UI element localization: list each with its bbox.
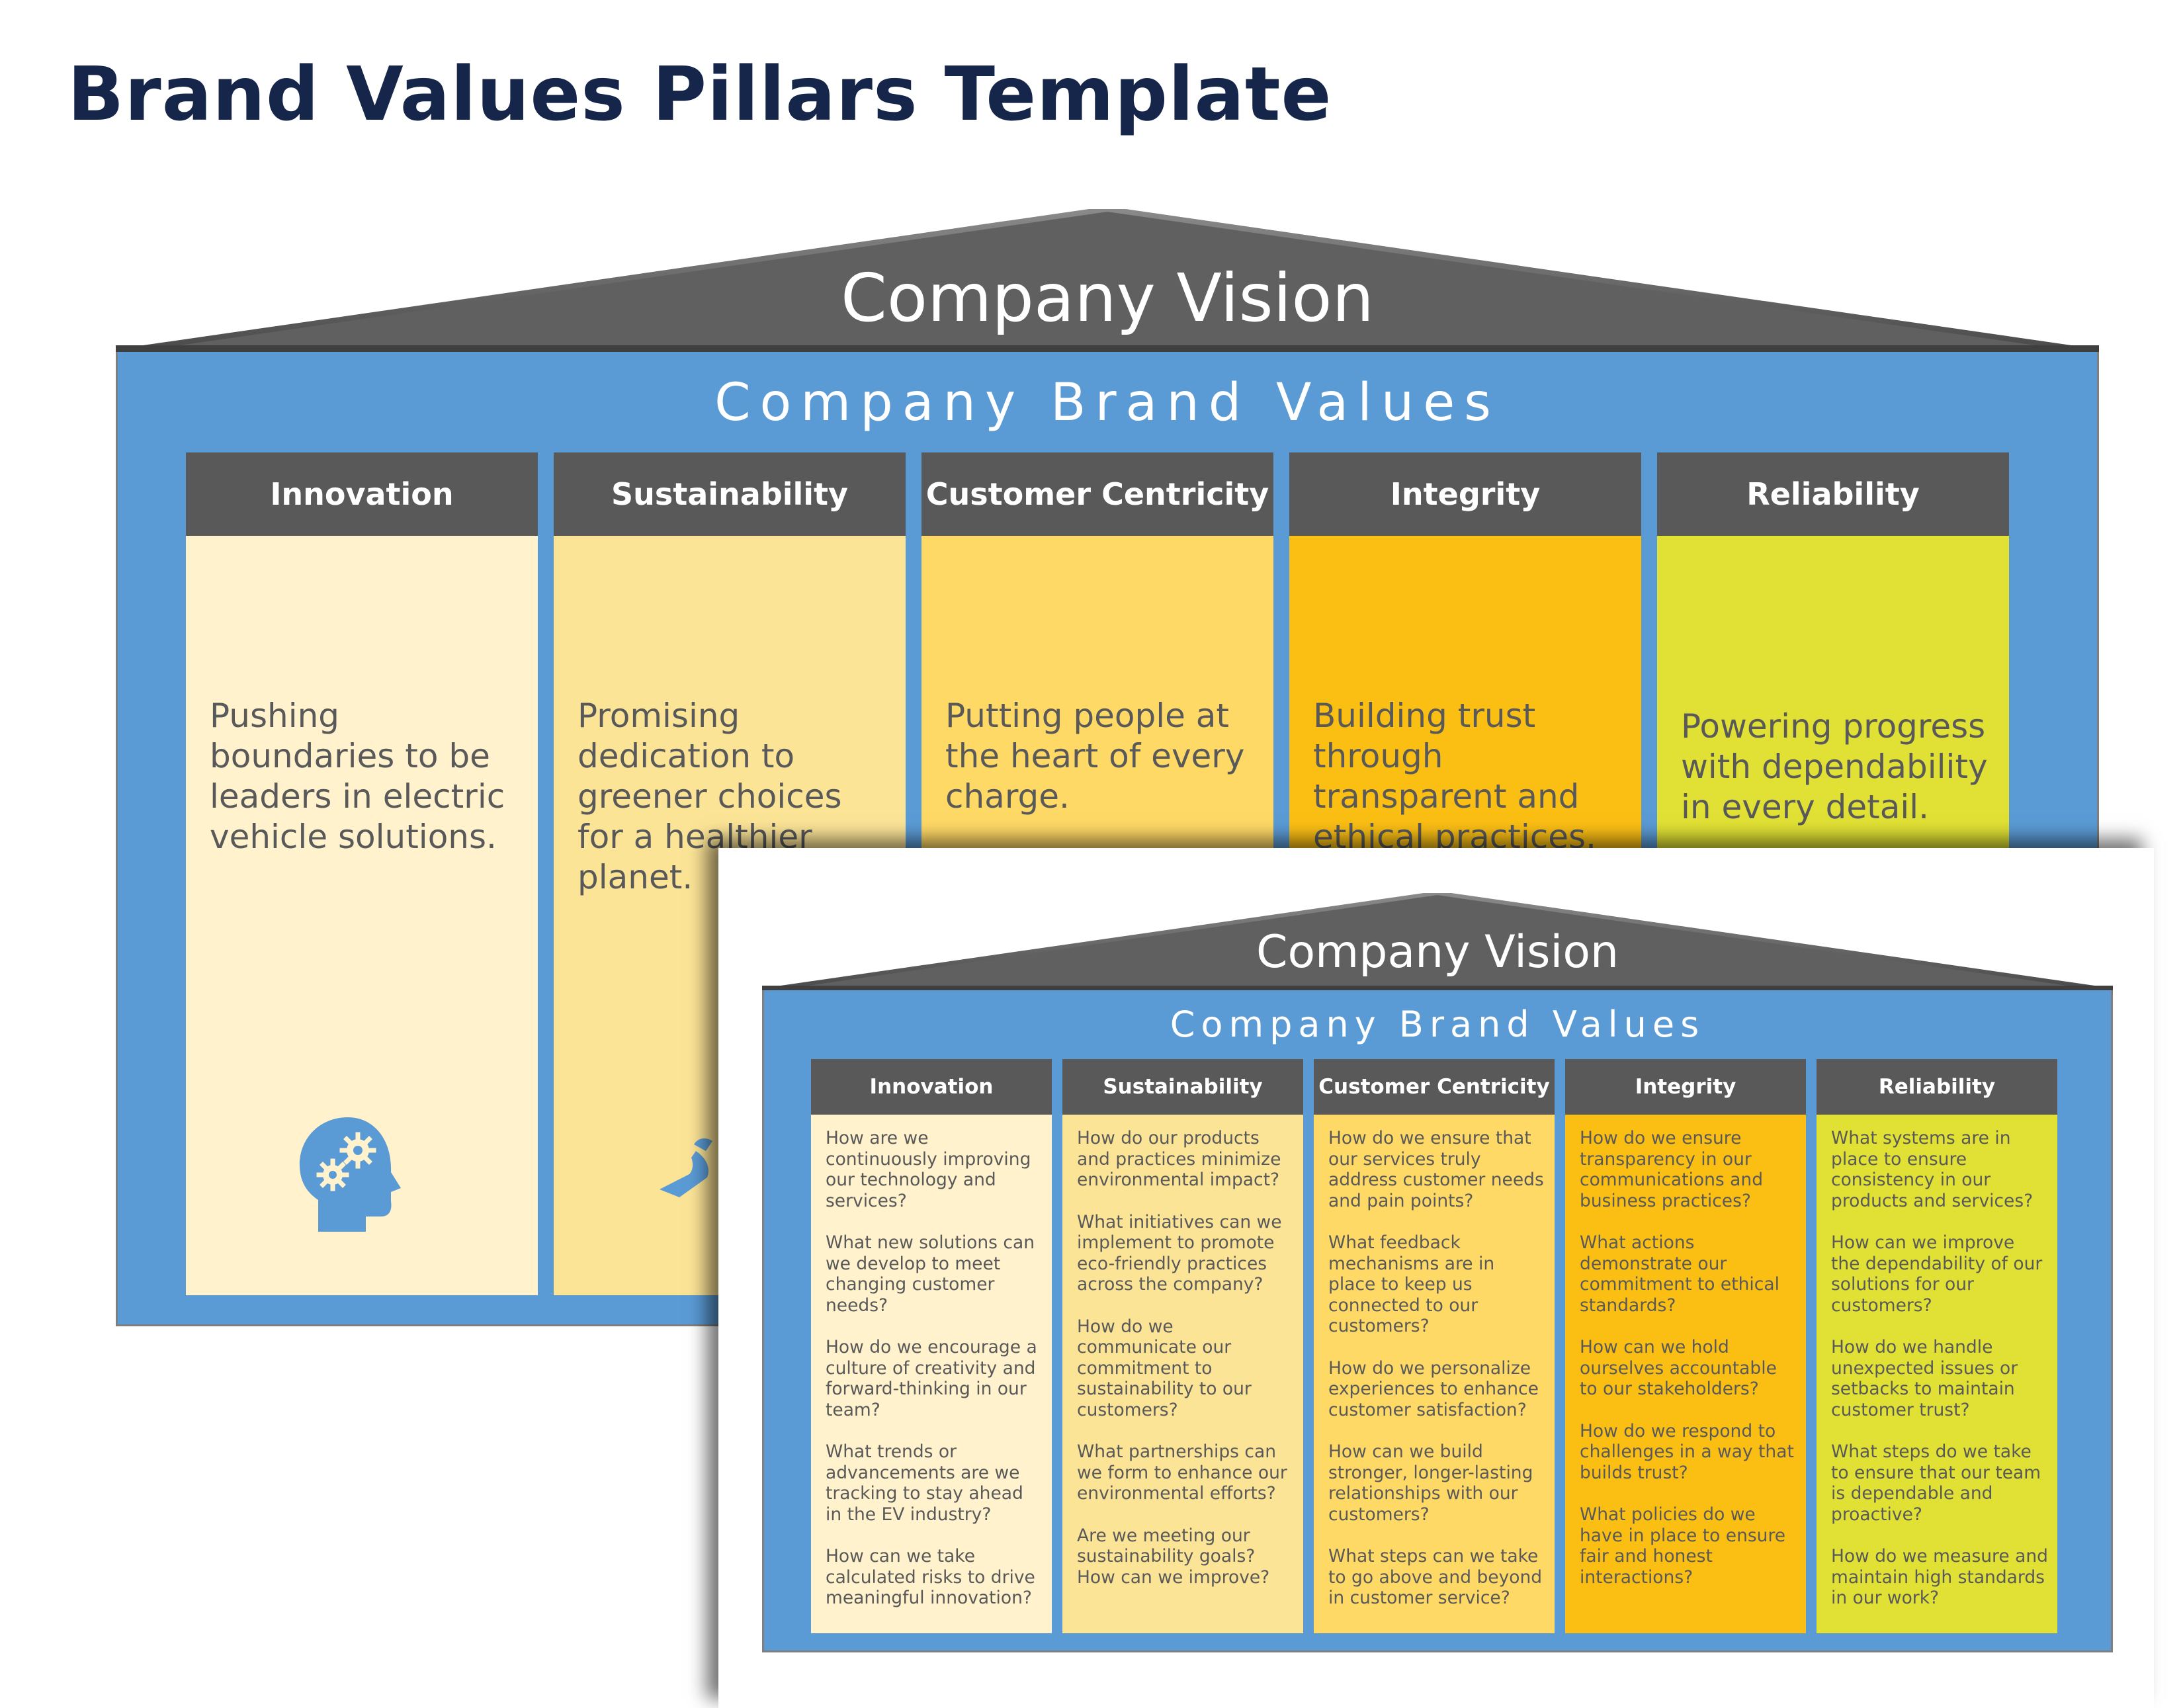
question: How are we continuously improving our te… [826, 1128, 1031, 1211]
pillar-body: How do we ensure transparency in our com… [1565, 1115, 1806, 1633]
pillar-header: Innovation [811, 1059, 1052, 1115]
pillar-header: Sustainability [1062, 1059, 1303, 1115]
front-pillar-customer-centricity: Customer Centricity How do we ensure tha… [1314, 1059, 1555, 1633]
pillar-body: How do we ensure that our services truly… [1314, 1115, 1555, 1633]
question: How do our products and practices minimi… [1077, 1128, 1281, 1190]
question: What initiatives can we implement to pro… [1077, 1211, 1282, 1295]
front-slide: Company Vision Company Brand Values Inno… [0, 0, 2183, 1687]
question: What partnerships can we form to enhance… [1077, 1441, 1287, 1504]
question: How can we hold ourselves accountable to… [1580, 1337, 1777, 1399]
question-list: How are we continuously improving our te… [826, 1128, 1043, 1630]
pillar-header: Customer Centricity [1314, 1059, 1555, 1115]
front-pillar-integrity: Integrity How do we ensure transparency … [1565, 1059, 1806, 1633]
pillar-body: What systems are in place to ensure cons… [1817, 1115, 2057, 1633]
question-list: How do we ensure that our services truly… [1328, 1128, 1545, 1630]
question: What steps can we take to go above and b… [1328, 1546, 1543, 1608]
front-pillar-sustainability: Sustainability How do our products and p… [1062, 1059, 1303, 1633]
question: What new solutions can we develop to mee… [826, 1232, 1035, 1316]
front-pillar-innovation: Innovation How are we continuously impro… [811, 1059, 1052, 1633]
question: What systems are in place to ensure cons… [1831, 1128, 2033, 1211]
question: What feedback mechanisms are in place to… [1328, 1232, 1495, 1336]
front-pillar-reliability: Reliability What systems are in place to… [1817, 1059, 2057, 1633]
question: How do we ensure that our services truly… [1328, 1128, 1544, 1211]
front-company-vision: Company Vision [1256, 926, 1619, 978]
question: How do we personalize experiences to enh… [1328, 1357, 1539, 1420]
pillar-body: How are we continuously improving our te… [811, 1115, 1052, 1633]
question: How do we encourage a culture of creativ… [826, 1337, 1037, 1420]
question: How do we respond to challenges in a way… [1580, 1420, 1794, 1483]
pillar-body: How do our products and practices minimi… [1062, 1115, 1303, 1633]
question: Are we meeting our sustainability goals?… [1077, 1525, 1270, 1588]
front-house-body: Company Brand Values Innovation How are … [762, 990, 2113, 1652]
question: What trends or advancements are we track… [826, 1441, 1023, 1525]
question: How do we measure and maintain high stan… [1831, 1546, 2048, 1608]
question: How can we build stronger, longer-lastin… [1328, 1441, 1533, 1525]
front-brand-values-heading: Company Brand Values [1170, 1003, 1705, 1045]
question: How can we improve the dependability of … [1831, 1232, 2043, 1316]
pillar-header: Reliability [1817, 1059, 2057, 1115]
question: What policies do we have in place to ens… [1580, 1504, 1786, 1588]
question-list: How do we ensure transparency in our com… [1580, 1128, 1797, 1609]
question-list: How do our products and practices minimi… [1077, 1128, 1294, 1609]
question: What steps do we take to ensure that our… [1831, 1441, 2041, 1525]
question: What actions demonstrate our commitment … [1580, 1232, 1779, 1316]
question: How do we handle unexpected issues or se… [1831, 1337, 2018, 1420]
question-list: What systems are in place to ensure cons… [1831, 1128, 2048, 1630]
question: How do we communicate our commitment to … [1077, 1316, 1252, 1420]
question: How do we ensure transparency in our com… [1580, 1128, 1764, 1211]
pillar-header: Integrity [1565, 1059, 1806, 1115]
question: How can we take calculated risks to driv… [826, 1546, 1035, 1608]
